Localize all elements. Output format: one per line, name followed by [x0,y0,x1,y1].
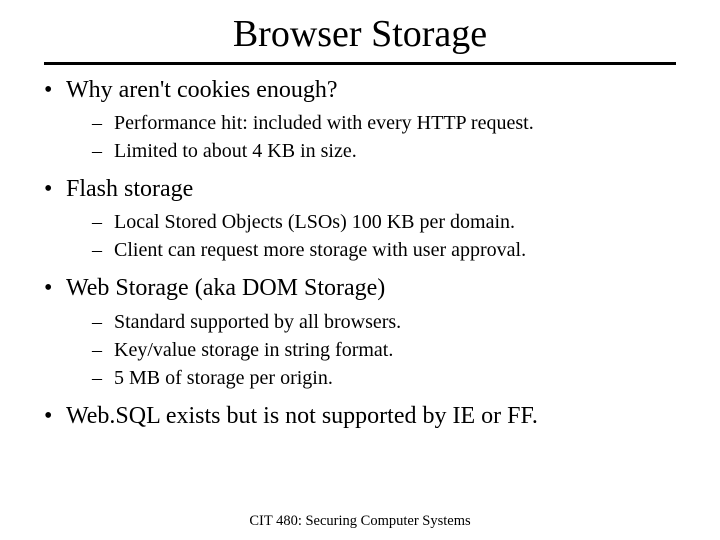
bullet-text: Flash storage [66,174,193,205]
bullet-text: Web Storage (aka DOM Storage) [66,273,385,304]
sub-list: –Performance hit: included with every HT… [44,110,676,164]
bullet-marker: • [44,75,66,106]
sub-text: Standard supported by all browsers. [114,309,401,335]
slide-title: Browser Storage [0,0,720,62]
sub-item: –5 MB of storage per origin. [92,365,676,391]
sub-text: Limited to about 4 KB in size. [114,138,357,164]
bullet-item: • Web Storage (aka DOM Storage) –Standar… [44,273,676,390]
bullet-text: Why aren't cookies enough? [66,75,338,106]
bullet-item: • Web.SQL exists but is not supported by… [44,401,676,432]
sub-text: 5 MB of storage per origin. [114,365,333,391]
bullet-list: • Why aren't cookies enough? –Performanc… [44,75,676,432]
dash-marker: – [92,365,114,391]
slide-content: • Why aren't cookies enough? –Performanc… [0,75,720,432]
bullet-marker: • [44,174,66,205]
sub-item: –Standard supported by all browsers. [92,309,676,335]
dash-marker: – [92,237,114,263]
bullet-marker: • [44,401,66,432]
dash-marker: – [92,309,114,335]
slide: Browser Storage • Why aren't cookies eno… [0,0,720,540]
sub-item: –Local Stored Objects (LSOs) 100 KB per … [92,209,676,235]
sub-text: Local Stored Objects (LSOs) 100 KB per d… [114,209,515,235]
sub-list: –Local Stored Objects (LSOs) 100 KB per … [44,209,676,263]
bullet-marker: • [44,273,66,304]
bullet-text: Web.SQL exists but is not supported by I… [66,401,538,432]
bullet-item: • Flash storage –Local Stored Objects (L… [44,174,676,263]
sub-item: –Client can request more storage with us… [92,237,676,263]
sub-list: –Standard supported by all browsers. –Ke… [44,309,676,391]
sub-item: –Limited to about 4 KB in size. [92,138,676,164]
sub-text: Client can request more storage with use… [114,237,526,263]
sub-item: –Performance hit: included with every HT… [92,110,676,136]
sub-item: –Key/value storage in string format. [92,337,676,363]
bullet-item: • Why aren't cookies enough? –Performanc… [44,75,676,164]
dash-marker: – [92,209,114,235]
title-rule [44,62,676,65]
slide-footer: CIT 480: Securing Computer Systems [0,513,720,530]
dash-marker: – [92,110,114,136]
dash-marker: – [92,138,114,164]
sub-text: Key/value storage in string format. [114,337,393,363]
dash-marker: – [92,337,114,363]
sub-text: Performance hit: included with every HTT… [114,110,534,136]
